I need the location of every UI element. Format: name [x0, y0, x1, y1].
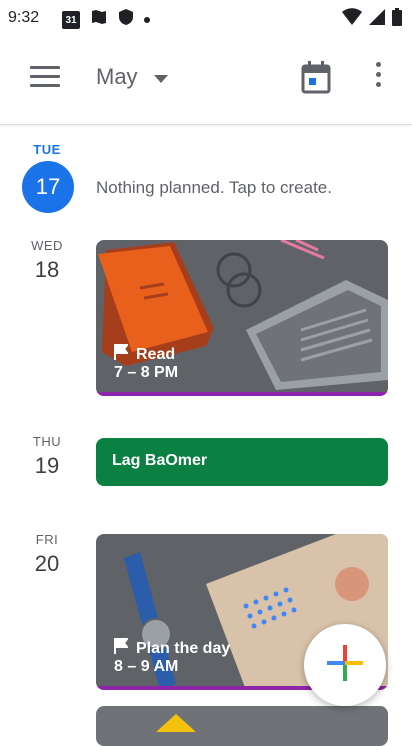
day-of-week: WED: [31, 238, 63, 253]
status-time: 9:32: [8, 9, 40, 26]
calendar-notification-icon: 31: [62, 10, 80, 29]
flag-icon: [114, 638, 129, 659]
calendar-badge-text: 31: [65, 14, 77, 26]
day-label-fri[interactable]: FRI 20: [22, 532, 72, 577]
event-title: Plan the day: [136, 639, 231, 657]
today-icon[interactable]: [300, 60, 332, 96]
nothing-planned-text[interactable]: Nothing planned. Tap to create.: [96, 178, 332, 198]
event-card-partial[interactable]: [96, 706, 388, 746]
event-title: Read: [136, 345, 176, 363]
event-card-read[interactable]: Read 7 – 8 PM: [96, 240, 388, 396]
day-number: 18: [34, 257, 60, 282]
day-label-wed[interactable]: WED 18: [22, 238, 72, 283]
day-of-week: THU: [32, 434, 62, 449]
month-label: May: [96, 64, 138, 89]
day-label-thu[interactable]: THU 19: [22, 434, 72, 479]
day-label-tue[interactable]: TUE 17: [22, 142, 74, 213]
battery-icon: [392, 8, 402, 31]
event-color-line: [96, 392, 388, 396]
holiday-card[interactable]: Lag BaOmer: [96, 438, 388, 486]
dot-icon: [144, 16, 150, 23]
event-title-row: Read: [114, 344, 175, 365]
event-time: 7 – 8 PM: [114, 364, 179, 381]
event-time: 8 – 9 AM: [114, 658, 179, 675]
app-bar: May: [0, 40, 412, 125]
month-selector[interactable]: May: [96, 64, 168, 90]
add-icon: [325, 643, 365, 688]
holiday-title: Lag BaOmer: [112, 452, 208, 469]
more-vert-icon[interactable]: [372, 62, 384, 98]
signal-icon: [368, 8, 386, 31]
status-bar: 9:32 31: [0, 0, 412, 40]
shield-icon: [118, 8, 134, 31]
day-number: 19: [34, 453, 60, 478]
day-of-week: TUE: [33, 142, 61, 157]
today-date-circle: 17: [22, 161, 74, 213]
add-event-button[interactable]: [304, 624, 386, 706]
day-number: 20: [34, 551, 60, 576]
wifi-icon: [342, 8, 362, 31]
dropdown-icon: [153, 64, 168, 90]
maps-icon: [90, 8, 108, 31]
event-title-row: Plan the day: [114, 638, 230, 659]
flag-icon: [114, 344, 129, 365]
partial-illustration: [156, 714, 196, 732]
day-of-week: FRI: [35, 532, 59, 547]
menu-icon[interactable]: [30, 66, 62, 96]
